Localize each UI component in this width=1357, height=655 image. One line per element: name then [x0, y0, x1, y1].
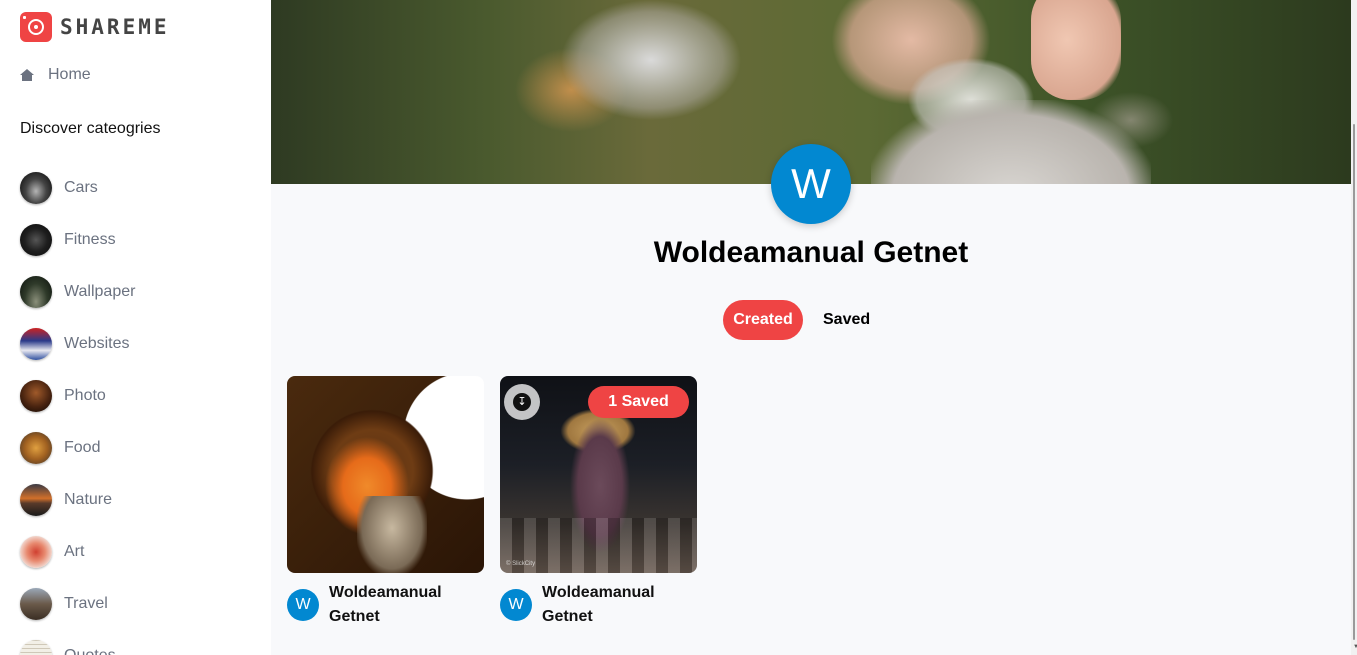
image-credit: © SlickCity: [506, 561, 536, 567]
pin-card[interactable]: W Woldeamanual Getnet: [287, 376, 484, 629]
discover-heading: Discover cateogries: [20, 120, 161, 137]
pin-image[interactable]: © SlickCity ↧ 1 Saved: [500, 376, 697, 573]
profile-tabs: Created Saved: [723, 300, 874, 340]
wallpaper-thumbnail-icon: [20, 276, 52, 308]
download-button[interactable]: ↧: [504, 384, 540, 420]
photo-thumbnail-icon: [20, 380, 52, 412]
nature-thumbnail-icon: [20, 484, 52, 516]
app-logo[interactable]: SHAREME: [20, 12, 170, 42]
pin-author[interactable]: W Woldeamanual Getnet: [287, 581, 484, 629]
profile-name: Woldeamanual Getnet: [653, 236, 969, 269]
author-name-line: Getnet: [542, 608, 593, 625]
tab-created[interactable]: Created: [723, 300, 803, 340]
cars-thumbnail-icon: [20, 172, 52, 204]
travel-thumbnail-icon: [20, 588, 52, 620]
author-name-line: Getnet: [329, 608, 380, 625]
sidebar-item-photo[interactable]: Photo: [20, 370, 135, 422]
sidebar-item-cars[interactable]: Cars: [20, 162, 135, 214]
profile-page: W Woldeamanual Getnet Created Saved W Wo…: [271, 0, 1351, 655]
art-thumbnail-icon: [20, 536, 52, 568]
scroll-down-arrow-icon[interactable]: ▼: [1353, 644, 1357, 650]
sidebar-item-wallpaper[interactable]: Wallpaper: [20, 266, 135, 318]
sidebar-item-label: Nature: [64, 491, 113, 508]
sidebar-item-label: Cars: [64, 179, 98, 196]
saved-count-button[interactable]: 1 Saved: [588, 386, 689, 418]
food-thumbnail-icon: [20, 432, 52, 464]
quotes-thumbnail-icon: [20, 640, 52, 655]
pin-card[interactable]: © SlickCity ↧ 1 Saved W Woldeamanual Get…: [500, 376, 697, 629]
sidebar-item-label: Home: [48, 66, 91, 83]
pin-author[interactable]: W Woldeamanual Getnet: [500, 581, 697, 629]
scrollbar-thumb[interactable]: [1353, 124, 1355, 640]
sidebar-item-nature[interactable]: Nature: [20, 474, 135, 526]
sidebar-item-label: Photo: [64, 387, 106, 404]
sidebar-item-art[interactable]: Art: [20, 526, 135, 578]
sidebar-item-travel[interactable]: Travel: [20, 578, 135, 630]
sidebar-item-food[interactable]: Food: [20, 422, 135, 474]
author-avatar: W: [287, 589, 319, 621]
sidebar-item-label: Quotes: [64, 647, 116, 655]
sidebar-item-label: Websites: [64, 335, 130, 352]
sidebar-item-fitness[interactable]: Fitness: [20, 214, 135, 266]
profile-avatar: W: [771, 144, 851, 224]
download-icon: ↧: [513, 393, 531, 411]
websites-thumbnail-icon: [20, 328, 52, 360]
pin-image[interactable]: [287, 376, 484, 573]
sidebar-item-quotes[interactable]: Quotes: [20, 630, 135, 655]
sidebar-item-label: Art: [64, 543, 85, 560]
sidebar-item-label: Food: [64, 439, 101, 456]
app-name: SHAREME: [60, 15, 170, 39]
sidebar-item-label: Travel: [64, 595, 108, 612]
category-list: Cars Fitness Wallpaper Websites Photo Fo…: [20, 162, 135, 655]
sidebar-item-label: Fitness: [64, 231, 116, 248]
sidebar: SHAREME Home Discover cateogries Cars Fi…: [0, 0, 271, 655]
sidebar-item-websites[interactable]: Websites: [20, 318, 135, 370]
home-icon: [20, 68, 34, 82]
author-name-line: Woldeamanual: [542, 584, 655, 601]
tab-saved[interactable]: Saved: [819, 300, 874, 340]
sidebar-item-home[interactable]: Home: [20, 66, 91, 84]
fitness-thumbnail-icon: [20, 224, 52, 256]
sidebar-item-label: Wallpaper: [64, 283, 136, 300]
author-name-line: Woldeamanual: [329, 584, 442, 601]
author-avatar: W: [500, 589, 532, 621]
camera-logo-icon: [20, 12, 52, 42]
